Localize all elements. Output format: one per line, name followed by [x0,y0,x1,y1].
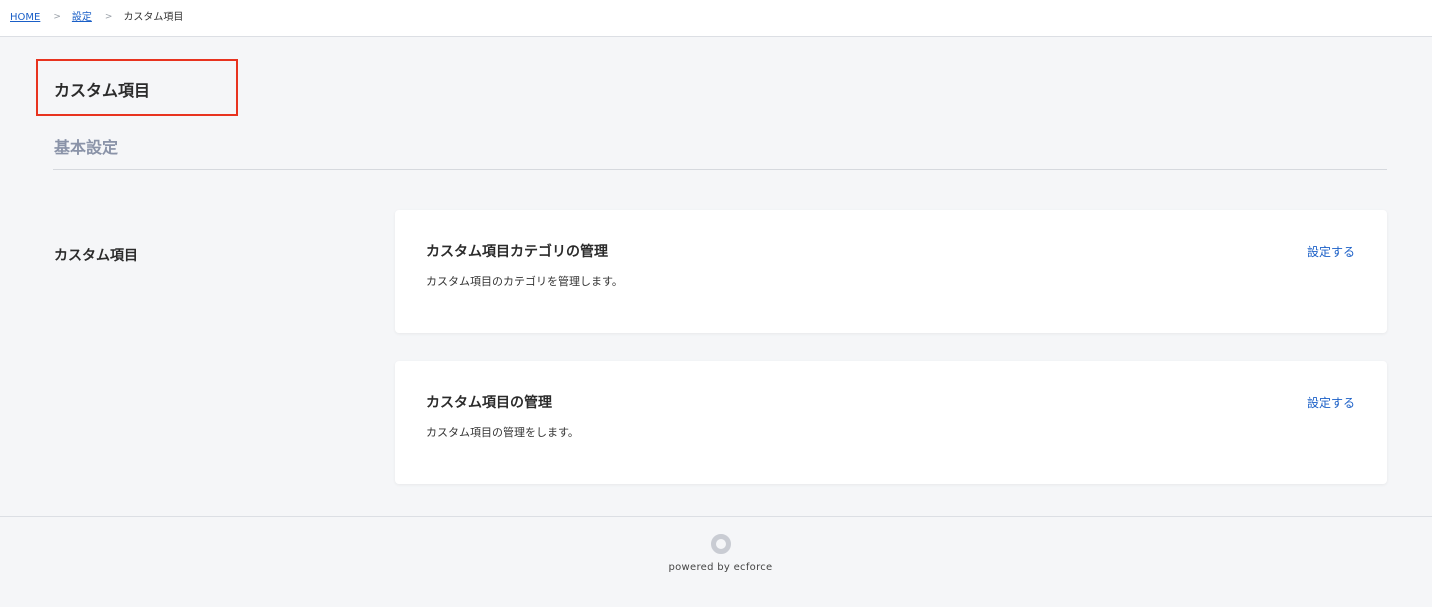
footer: powered by ecforce [0,516,1432,607]
custom-field-settings-link[interactable]: 設定する [1307,394,1355,411]
card-title: カスタム項目カテゴリの管理 [426,244,608,260]
section-title: 基本設定 [54,138,119,157]
breadcrumb: HOME > 設定 > カスタム項目 [10,11,183,24]
breadcrumb-separator: > [104,12,113,22]
page-title: カスタム項目 [54,81,151,100]
breadcrumb-settings-link[interactable]: 設定 [72,11,92,24]
card-title: カスタム項目の管理 [426,395,552,411]
section-divider [53,169,1387,170]
ecforce-ring-icon [711,534,731,554]
top-bar: HOME > 設定 > カスタム項目 [0,0,1432,37]
custom-field-card: カスタム項目の管理 カスタム項目の管理をします。 設定する [395,361,1387,484]
card-description: カスタム項目の管理をします。 [426,426,579,439]
page-title-highlight: カスタム項目 [36,59,238,116]
breadcrumb-separator: > [53,12,61,22]
category-settings-link[interactable]: 設定する [1307,243,1355,260]
card-description: カスタム項目のカテゴリを管理します。 [426,275,623,288]
powered-by-text: powered by ecforce [668,562,773,573]
group-label: カスタム項目 [54,248,138,264]
custom-field-category-card: カスタム項目カテゴリの管理 カスタム項目のカテゴリを管理します。 設定する [395,210,1387,333]
breadcrumb-home-link[interactable]: HOME [10,11,40,24]
breadcrumb-current: カスタム項目 [123,12,184,23]
